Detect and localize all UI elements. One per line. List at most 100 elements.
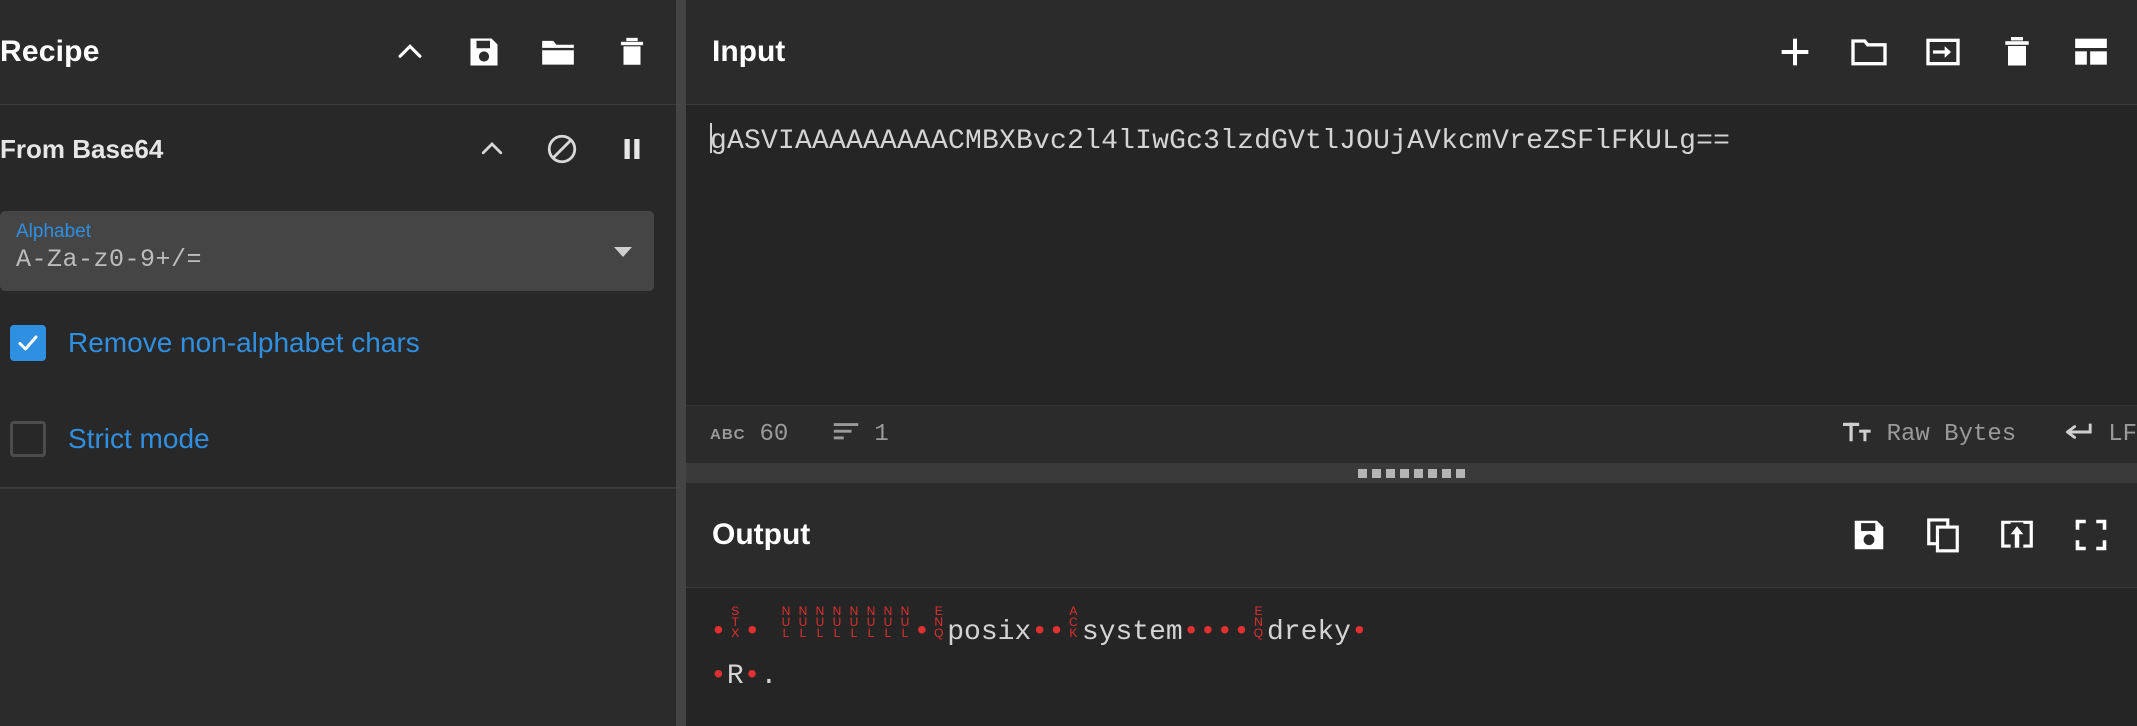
operation-header[interactable]: From Base64 — [0, 105, 676, 193]
vertical-splitter[interactable] — [676, 0, 686, 726]
add-input-tab-icon[interactable] — [1775, 32, 1815, 72]
maximise-output-icon[interactable] — [2071, 515, 2111, 555]
operation-name: From Base64 — [0, 133, 164, 164]
save-output-icon[interactable] — [1849, 515, 1889, 555]
operation-icons — [472, 129, 652, 169]
recipe-toolbar — [390, 32, 652, 72]
collapse-chevron-icon[interactable] — [472, 129, 512, 169]
font-size-icon — [1842, 420, 1873, 449]
recipe-empty-area[interactable] — [0, 488, 676, 726]
input-length-value: 60 — [759, 421, 789, 448]
output-text: R — [726, 661, 744, 692]
control-char-dot: • — [743, 617, 761, 648]
output-section: Output • S T X • N U L N U L N U L N U L… — [686, 483, 2137, 726]
output-text: posix — [947, 617, 1032, 648]
checkbox-label: Strict mode — [68, 423, 210, 454]
collapse-chevron-icon[interactable] — [390, 32, 430, 72]
control-char-glyph: STX — [731, 604, 740, 640]
control-char-dot: • — [710, 617, 727, 648]
recipe-title-bar: Recipe — [0, 0, 676, 105]
input-section: Input gASVIAAAAAAAAACMBXBvc2l4lIwGc3lzdG… — [686, 0, 2137, 463]
clear-recipe-icon[interactable] — [612, 32, 652, 72]
control-char-dot: • — [743, 661, 761, 692]
checkbox-box-checked — [10, 325, 46, 361]
lines-icon — [832, 422, 860, 447]
output-text: dreky — [1266, 617, 1351, 648]
load-recipe-icon[interactable] — [538, 32, 578, 72]
operation-arguments: Alphabet A-Za-z0-9+/= Remove non-alphabe… — [0, 193, 676, 487]
breakpoint-pause-icon[interactable] — [612, 129, 652, 169]
output-line: •R•. — [710, 655, 2137, 699]
grip-dot — [1372, 468, 1381, 478]
control-char-dot: • — [1199, 617, 1217, 648]
control-char-dot: • — [1233, 617, 1250, 648]
control-char-dot: • — [1048, 617, 1065, 648]
output-title: Output — [712, 518, 811, 551]
cyberchef-app: Recipe From Base64 Alphabet A-Za-z0-9+/=… — [0, 0, 2137, 726]
output-toolbar — [1849, 515, 2111, 555]
open-file-icon[interactable] — [1923, 32, 1963, 72]
grip-dot — [1414, 468, 1423, 478]
control-char-dot: • — [1031, 617, 1049, 648]
output-title-bar: Output — [686, 483, 2137, 588]
grip-dot — [1400, 468, 1409, 478]
recipe-title: Recipe — [0, 35, 100, 68]
control-char-dot: • — [913, 617, 931, 648]
reset-pane-layout-icon[interactable] — [2071, 32, 2111, 72]
disable-operation-icon[interactable] — [542, 129, 582, 169]
control-char-glyph: NUL — [781, 604, 791, 640]
control-char-glyph: ENQ — [1253, 604, 1264, 640]
control-char-glyph: NUL — [883, 604, 893, 640]
grip-dot — [1456, 468, 1465, 478]
output-text: . — [760, 661, 778, 692]
abc-icon: ABC — [710, 426, 746, 443]
copy-output-icon[interactable] — [1923, 515, 1963, 555]
output-editor[interactable]: • S T X • N U L N U L N U L N U L N U L N U L N U L N U L • E N Qposix•… — [686, 588, 2137, 726]
input-toolbar — [1775, 32, 2111, 72]
grip-dot — [1358, 468, 1367, 478]
output-text: system — [1081, 617, 1183, 648]
input-title: Input — [712, 35, 786, 68]
input-line-ending[interactable]: LF — [2060, 420, 2137, 449]
control-char-glyph: NUL — [815, 604, 825, 640]
input-length-status: ABC 60 — [710, 421, 788, 448]
input-eol-value: LF — [2108, 421, 2137, 448]
replace-input-icon[interactable] — [1997, 515, 2037, 555]
io-pane: Input gASVIAAAAAAAAACMBXBvc2l4lIwGc3lzdG… — [686, 0, 2137, 726]
input-character-encoding[interactable]: Raw Bytes — [1842, 420, 2017, 449]
checkbox-box-unchecked — [10, 421, 46, 457]
chevron-down-icon — [614, 247, 632, 257]
open-folder-icon[interactable] — [1849, 32, 1889, 72]
input-lines-value: 1 — [874, 421, 889, 448]
clear-input-icon[interactable] — [1997, 32, 2037, 72]
grip-dot — [1386, 468, 1395, 478]
input-status-bar: ABC 60 1 Raw Bytes LF — [686, 405, 2137, 463]
control-char-dot: • — [1216, 617, 1234, 648]
input-value: gASVIAAAAAAAAACMBXBvc2l4lIwGc3lzdGVtlJOU… — [710, 126, 1731, 157]
alphabet-value: A-Za-z0-9+/= — [16, 245, 203, 274]
control-char-dot: • — [1350, 617, 1368, 648]
input-editor[interactable]: gASVIAAAAAAAAACMBXBvc2l4lIwGc3lzdGVtlJOU… — [686, 105, 2137, 405]
checkbox-strict-mode[interactable]: Strict mode — [0, 391, 664, 487]
control-char-glyph: NUL — [866, 604, 876, 640]
recipe-pane: Recipe From Base64 Alphabet A-Za-z0-9+/=… — [0, 0, 676, 726]
operation-from-base64: From Base64 Alphabet A-Za-z0-9+/= Remove… — [0, 105, 676, 488]
grip-dot — [1428, 468, 1437, 478]
input-title-bar: Input — [686, 0, 2137, 105]
control-char-dot: • — [710, 661, 727, 692]
input-lines-status: 1 — [832, 421, 889, 448]
control-char-glyph: NUL — [849, 604, 859, 640]
input-text-line: gASVIAAAAAAAAACMBXBvc2l4lIwGc3lzdGVtlJOU… — [710, 121, 2137, 163]
return-arrow-icon — [2060, 420, 2094, 449]
control-char-dot: • — [1182, 617, 1200, 648]
input-type-value: Raw Bytes — [1886, 421, 2017, 448]
control-char-glyph: ACK — [1069, 604, 1078, 640]
alphabet-label: Alphabet — [16, 221, 92, 242]
grip-dot — [1442, 468, 1451, 478]
control-char-glyph: NUL — [900, 604, 910, 640]
checkbox-remove-non-alphabet-chars[interactable]: Remove non-alphabet chars — [0, 295, 664, 391]
alphabet-select[interactable]: Alphabet A-Za-z0-9+/= — [0, 211, 654, 291]
save-recipe-icon[interactable] — [464, 32, 504, 72]
horizontal-splitter[interactable] — [686, 463, 2137, 483]
